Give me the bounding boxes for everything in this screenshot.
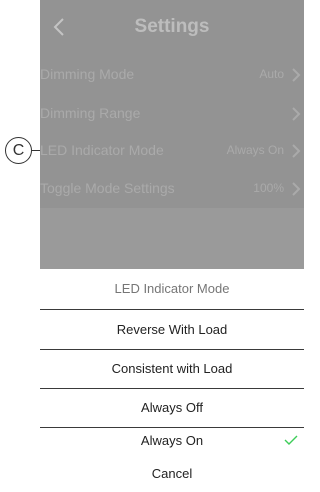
option-consistent-with-load[interactable]: Consistent with Load	[40, 350, 304, 389]
dimmed-overlay[interactable]: Settings Dimming Mode Auto Dimming Range…	[40, 0, 304, 269]
chevron-right-icon	[292, 68, 301, 82]
page-title: Settings	[134, 16, 210, 37]
phone-screen: Settings Dimming Mode Auto Dimming Range…	[40, 0, 304, 492]
setting-label: Dimming Mode	[40, 66, 135, 82]
settings-panel: Settings Dimming Mode Auto Dimming Range…	[40, 0, 304, 208]
option-label: Always On	[140, 433, 204, 448]
chevron-right-icon	[292, 144, 301, 158]
chevron-right-icon	[292, 107, 301, 121]
setting-label: Dimming Range	[40, 105, 141, 121]
header: Settings	[40, 0, 304, 54]
callout-marker: C	[5, 137, 32, 164]
chevron-right-icon	[292, 182, 301, 196]
setting-value: Auto	[259, 67, 284, 81]
setting-row-dimming-mode[interactable]: Dimming Mode Auto	[40, 56, 304, 94]
setting-value: Always On	[226, 143, 284, 157]
setting-value: 100%	[253, 181, 284, 195]
action-sheet: LED Indicator Mode Reverse With Load Con…	[40, 269, 304, 492]
setting-label: Toggle Mode Settings	[40, 180, 175, 196]
checkmark-icon	[284, 435, 298, 445]
setting-row-dimming-range[interactable]: Dimming Range	[40, 95, 304, 133]
setting-row-led-indicator-mode[interactable]: LED Indicator Mode Always On	[40, 132, 304, 170]
cancel-button[interactable]: Cancel	[40, 455, 304, 492]
action-sheet-title: LED Indicator Mode	[40, 269, 304, 310]
setting-label: LED Indicator Mode	[40, 142, 164, 158]
setting-row-toggle-mode[interactable]: Toggle Mode Settings 100%	[40, 170, 304, 208]
option-reverse-with-load[interactable]: Reverse With Load	[40, 311, 304, 350]
